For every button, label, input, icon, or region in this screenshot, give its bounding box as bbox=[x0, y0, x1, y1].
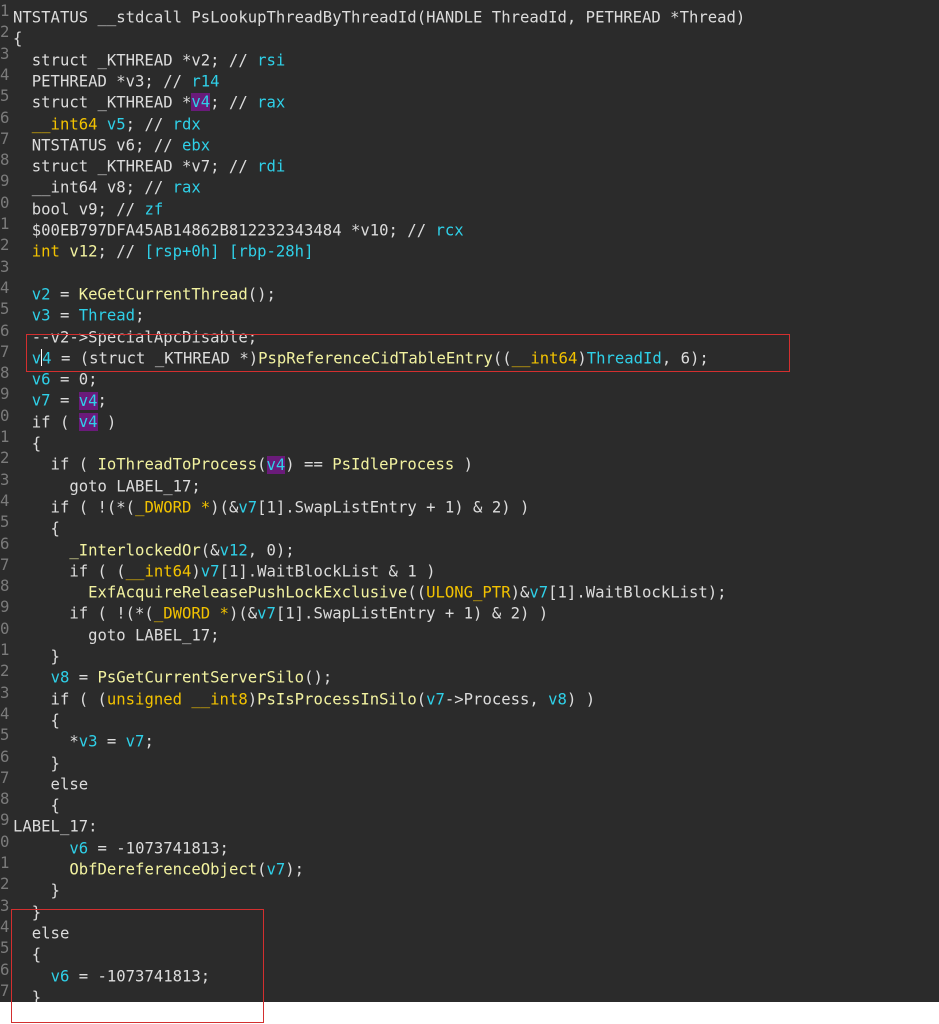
line-number: 5 bbox=[0, 513, 10, 532]
line-number: 3 bbox=[0, 683, 10, 702]
line-number: 8 bbox=[0, 364, 10, 383]
code-line[interactable]: 7 NTSTATUS v6; // ebx bbox=[0, 129, 939, 154]
line-number: 5 bbox=[0, 300, 10, 319]
line-number: 0 bbox=[0, 406, 10, 425]
line-number: 0 bbox=[0, 619, 10, 638]
pseudocode-view[interactable]: 1 NTSTATUS __stdcall PsLookupThreadByThre… bbox=[0, 0, 939, 1002]
line-number: 8 bbox=[0, 577, 10, 596]
code-line[interactable]: 4 v2 = KeGetCurrentThread(); bbox=[0, 278, 939, 303]
code-line[interactable]: 6 __int64 v5; // rdx bbox=[0, 108, 939, 133]
line-number: 8 bbox=[0, 790, 10, 809]
code-line[interactable]: 4 { bbox=[0, 704, 939, 729]
line-number: 6 bbox=[0, 108, 10, 127]
code-line[interactable]: 1 { bbox=[0, 427, 939, 452]
code-line[interactable]: 2 int v12; // [rsp+0h] [rbp-28h] bbox=[0, 235, 939, 260]
code-line[interactable]: 5 struct _KTHREAD *v4; // rax bbox=[0, 86, 939, 112]
line-number: 5 bbox=[0, 87, 10, 106]
code-line[interactable]: 7 else bbox=[0, 768, 939, 793]
line-number: 3 bbox=[0, 470, 10, 489]
code-line[interactable]: 3 struct _KTHREAD *v2; // rsi bbox=[0, 44, 939, 69]
line-number: 3 bbox=[0, 257, 10, 276]
code-line[interactable]: 0 goto LABEL_17; bbox=[0, 619, 939, 644]
code-line[interactable]: 9 if ( !(*(_DWORD *)(&v7[1].SwapListEntr… bbox=[0, 597, 939, 622]
code-line[interactable]: 1 } bbox=[0, 640, 939, 665]
code-line[interactable]: 8 { bbox=[0, 789, 939, 814]
code-line[interactable]: 9 v7 = v4; bbox=[0, 384, 939, 410]
line-number: 2 bbox=[0, 236, 10, 255]
code-line[interactable]: 3 goto LABEL_17; bbox=[0, 470, 939, 495]
line-number: 6 bbox=[0, 534, 10, 553]
code-line[interactable]: 5 { bbox=[0, 512, 939, 537]
code-line[interactable]: 3 bbox=[0, 257, 939, 278]
code-line[interactable]: 6 } bbox=[0, 747, 939, 772]
line-number: 1 bbox=[0, 215, 10, 233]
code-line[interactable]: 2 } bbox=[0, 874, 939, 899]
line-number: 9 bbox=[0, 172, 10, 191]
code-line[interactable]: 0 if ( v4 ) bbox=[0, 406, 939, 431]
line-number: 0 bbox=[0, 832, 10, 851]
line-number: 7 bbox=[0, 342, 10, 361]
line-number: 9 bbox=[0, 811, 10, 830]
line-number: 6 bbox=[0, 321, 10, 340]
code-line[interactable]: 5 v3 = Thread; bbox=[0, 299, 939, 324]
code-line[interactable]: 2 if ( IoThreadToProcess(v4) == PsIdlePr… bbox=[0, 448, 939, 474]
code-line[interactable]: 9 __int64 v8; // rax bbox=[0, 171, 939, 196]
code-line[interactable]: 2 v8 = PsGetCurrentServerSilo(); bbox=[0, 661, 939, 686]
line-number: 1 bbox=[0, 641, 10, 659]
code-line[interactable]: 1 ObfDereferenceObject(v7); bbox=[0, 853, 939, 878]
line-number: 2 bbox=[0, 23, 10, 42]
line-number: 2 bbox=[0, 662, 10, 681]
code-line[interactable]: 0 bool v9; // zf bbox=[0, 193, 939, 218]
line-number: 4 bbox=[0, 704, 10, 723]
line-number: 1 bbox=[0, 2, 10, 20]
line-number: 4 bbox=[0, 65, 10, 84]
code-line[interactable]: 8 ExfAcquireReleasePushLockExclusive((UL… bbox=[0, 576, 939, 601]
code-line[interactable]: 9 LABEL_17: bbox=[0, 810, 939, 835]
line-number: 9 bbox=[0, 598, 10, 617]
line-number: 8 bbox=[0, 151, 10, 170]
line-number: 2 bbox=[0, 875, 10, 894]
line-number: 1 bbox=[0, 428, 10, 446]
line-number: 4 bbox=[0, 491, 10, 510]
code-line[interactable]: 5 *v3 = v7; bbox=[0, 725, 939, 750]
code-line[interactable]: 2{ bbox=[0, 22, 939, 47]
code-line[interactable]: 4 PETHREAD *v3; // r14 bbox=[0, 65, 939, 90]
line-number: 7 bbox=[0, 768, 10, 787]
code-line[interactable]: 4 if ( !(*(_DWORD *)(&v7[1].SwapListEntr… bbox=[0, 491, 939, 516]
line-number: 9 bbox=[0, 385, 10, 404]
line-number: 1 bbox=[0, 854, 10, 872]
code-line[interactable]: 8 struct _KTHREAD *v7; // rdi bbox=[0, 150, 939, 175]
line-number: 7 bbox=[0, 129, 10, 148]
line-number: 0 bbox=[0, 193, 10, 212]
line-number: 7 bbox=[0, 555, 10, 574]
annotation-box-else-branch bbox=[11, 909, 264, 1023]
code-line[interactable]: 0 v6 = -1073741813; bbox=[0, 832, 939, 857]
code-line[interactable]: 6 _InterlockedOr(&v12, 0); bbox=[0, 534, 939, 559]
line-number: 2 bbox=[0, 449, 10, 468]
annotation-box-reference-call bbox=[26, 334, 790, 372]
line-number: 3 bbox=[0, 44, 10, 63]
line-number: 5 bbox=[0, 726, 10, 745]
code-line[interactable]: 7 if ( (__int64)v7[1].WaitBlockList & 1 … bbox=[0, 555, 939, 580]
code-line[interactable]: 1 $00EB797DFA45AB14862B812232343484 *v10… bbox=[0, 214, 939, 239]
code-line[interactable]: 3 if ( (unsigned __int8)PsIsProcessInSil… bbox=[0, 683, 939, 708]
line-number: 6 bbox=[0, 747, 10, 766]
code-line[interactable]: 1 NTSTATUS __stdcall PsLookupThreadByThre… bbox=[0, 1, 939, 26]
line-number: 4 bbox=[0, 278, 10, 297]
